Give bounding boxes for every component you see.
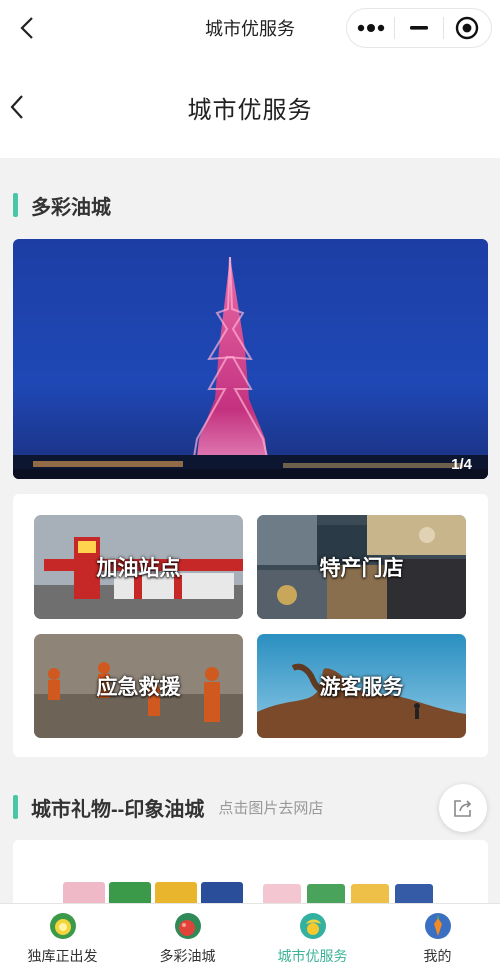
tab-duku-departure[interactable]: 独库正出发 [0,904,125,969]
tab-label: 城市优服务 [277,948,348,964]
tab-colorful-oil-city[interactable]: 多彩油城 [125,904,250,969]
back-arrow-icon[interactable] [14,14,42,42]
section-hint-text: 点击图片去网店 [218,799,324,817]
section-title-text: 城市礼物--印象油城 [31,798,205,821]
miniprogram-title: 城市优服务 [205,19,295,39]
tab-label: 多彩油城 [159,948,216,964]
section-title-text: 多彩油城 [31,196,111,219]
banner-page-counter: 1/4 [451,456,472,473]
section-title-colorful: 多彩油城 [13,192,111,219]
bottom-tab-bar: 独库正出发 多彩油城 城市优服务 我的 [0,903,500,969]
back-arrow-icon[interactable] [6,91,34,123]
share-icon [454,800,472,817]
tea-icon [299,913,326,939]
close-target-icon[interactable] [444,9,491,47]
lemon-icon [49,913,76,939]
miniprogram-nav-bar: 城市优服务 [0,0,500,56]
minimize-icon[interactable] [395,9,442,47]
service-tile-specialty-store[interactable]: 特产门店 [257,515,466,619]
service-tile-label: 游客服务 [319,676,404,699]
tab-mine[interactable]: 我的 [375,904,500,969]
page-header: 城市优服务 [0,56,500,158]
share-button[interactable] [439,784,487,832]
service-tile-emergency-rescue[interactable]: 应急救援 [34,634,243,738]
section-accent-bar [13,193,18,217]
banner-image [13,239,488,479]
banner-carousel[interactable]: 1/4 [13,239,488,479]
service-tile-tourist-service[interactable]: 游客服务 [257,634,466,738]
carrot-icon [424,913,451,939]
tab-label: 独库正出发 [27,948,98,964]
service-tile-label: 特产门店 [319,557,404,580]
miniprogram-capsule [346,8,492,48]
service-tile-gas-station[interactable]: 加油站点 [34,515,243,619]
service-tile-label: 应急救援 [96,676,181,699]
tab-label: 我的 [423,948,452,964]
service-tile-label: 加油站点 [96,557,181,580]
services-grid: 加油站点 特产门店 应急救援 游客服务 [13,494,488,757]
fruit-icon [174,913,201,939]
more-dots-icon[interactable] [347,9,394,47]
section-accent-bar [13,795,18,819]
tab-city-services[interactable]: 城市优服务 [250,904,375,969]
section-title-gifts: 城市礼物--印象油城 点击图片去网店 [13,794,324,821]
page-title: 城市优服务 [187,96,313,124]
